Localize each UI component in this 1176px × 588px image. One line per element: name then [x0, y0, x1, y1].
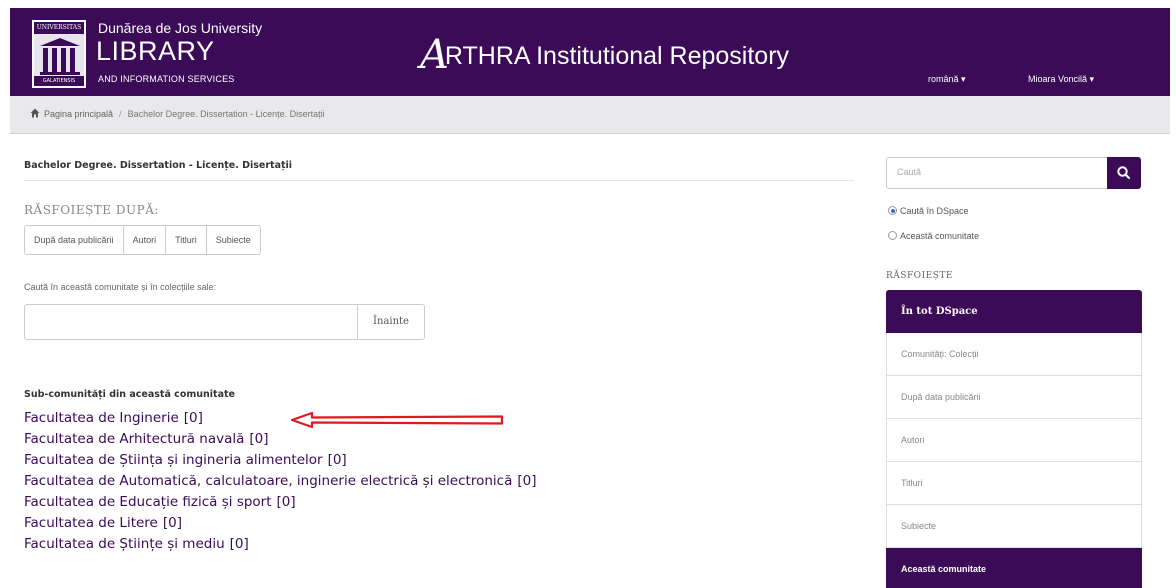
scope-community-radio[interactable]: Această comunitate — [888, 231, 979, 241]
subcommunity-name: Facultatea de Educație fizică și sport — [24, 494, 272, 510]
subcommunity-link[interactable]: Facultatea de Științe și mediu [0] — [24, 534, 536, 555]
search-icon — [1117, 166, 1131, 180]
subcommunity-link[interactable]: Facultatea de Automatică, calculatoare, … — [24, 471, 536, 492]
community-search-label: Caută în această comunitate și în colecț… — [24, 282, 217, 292]
sidebar-search-button[interactable] — [1107, 157, 1141, 189]
subcommunity-link[interactable]: Facultatea de Litere [0] — [24, 513, 536, 534]
logo-top-text: UNIVERSITAS — [34, 22, 84, 34]
repository-initial: A — [420, 32, 449, 78]
radio-selected-icon — [888, 206, 897, 215]
browse-by-title-button[interactable]: Titluri — [165, 225, 207, 255]
sidebar-item-subjects[interactable]: Subiecte — [886, 505, 1142, 548]
browse-by-date-button[interactable]: După data publicării — [24, 225, 124, 255]
browse-by-author-button[interactable]: Autori — [122, 225, 167, 255]
repository-title-text: RTHRA Institutional Repository — [444, 42, 790, 70]
subcommunity-count: [0] — [162, 515, 182, 531]
sidebar-item-this-community[interactable]: Această comunitate — [886, 548, 1142, 588]
sidebar-search-placeholder: Caută — [897, 167, 922, 177]
breadcrumb-separator: / — [119, 109, 122, 119]
sidebar-browse-list: În tot DSpace Comunități: Colecții După … — [886, 290, 1142, 588]
logo-bottom-text: GALATIENSIS — [34, 76, 84, 86]
subcommunity-link[interactable]: Facultatea de Arhitectură navală [0] — [24, 429, 536, 450]
subcommunity-count: [0] — [517, 473, 537, 489]
title-divider — [24, 180, 854, 181]
sidebar-item-communities[interactable]: Comunități: Colecții — [886, 333, 1142, 376]
subcommunities-heading: Sub-comunități din această comunitate — [24, 389, 235, 400]
subcommunity-name: Facultatea de Inginerie — [24, 410, 179, 426]
subcommunity-count: [0] — [327, 452, 347, 468]
community-search-input[interactable] — [24, 304, 358, 340]
breadcrumb-home-link[interactable]: Pagina principală — [44, 109, 113, 119]
sidebar-browse-heading: RĂSFOIEȘTE — [886, 271, 953, 281]
sidebar-item-authors[interactable]: Autori — [886, 419, 1142, 462]
subcommunity-count: [0] — [249, 431, 269, 447]
sidebar-item-by-date[interactable]: După data publicării — [886, 376, 1142, 419]
subcommunity-name: Facultatea de Litere — [24, 515, 158, 531]
subcommunities-list: Facultatea de Inginerie [0] Facultatea de… — [24, 408, 536, 555]
scope-dspace-radio[interactable]: Caută în DSpace — [888, 206, 969, 216]
user-dropdown[interactable]: Mioara Voncilă ▾ — [1028, 74, 1094, 85]
breadcrumb: Pagina principală / Bachelor Degree. Disse… — [30, 108, 325, 119]
breadcrumb-bar: Pagina principală / Bachelor Degree. Disse… — [10, 96, 1170, 134]
subcommunity-link[interactable]: Facultatea de Educație fizică și sport [0… — [24, 492, 536, 513]
subcommunity-name: Facultatea de Științe și mediu — [24, 536, 225, 552]
building-icon — [40, 38, 80, 75]
subcommunity-name: Facultatea de Automatică, calculatoare, … — [24, 473, 513, 489]
sidebar-item-all-dspace[interactable]: În tot DSpace — [886, 290, 1142, 333]
sidebar-search-input[interactable]: Caută — [886, 157, 1108, 189]
annotation-arrow-icon — [290, 411, 504, 429]
language-dropdown[interactable]: română ▾ — [928, 74, 966, 85]
browse-by-subject-button[interactable]: Subiecte — [205, 225, 261, 255]
sidebar-item-titles[interactable]: Titluri — [886, 462, 1142, 505]
page-title: Bachelor Degree. Dissertation - Licențe.… — [24, 160, 293, 171]
repository-title[interactable]: ARTHRA Institutional Repository — [420, 28, 790, 78]
scope-community-label: Această comunitate — [900, 231, 980, 241]
subcommunity-count: [0] — [229, 536, 249, 552]
browse-by-heading: RĂSFOIEȘTE DUPĂ: — [24, 203, 159, 217]
browse-button-group: După data publicării Autori Titluri Subi… — [24, 225, 261, 255]
subcommunity-name: Facultatea de Știința și ingineria alime… — [24, 452, 323, 468]
site-header: UNIVERSITAS GALATIENSIS Dunărea de Jos U… — [10, 8, 1170, 96]
home-icon — [30, 108, 40, 118]
scope-dspace-label: Caută în DSpace — [900, 206, 969, 216]
library-title[interactable]: LIBRARY — [96, 36, 215, 67]
breadcrumb-current[interactable]: Bachelor Degree. Dissertation - Licențe.… — [128, 109, 325, 119]
subcommunity-count: [0] — [183, 410, 203, 426]
subcommunity-count: [0] — [276, 494, 296, 510]
subcommunity-name: Facultatea de Arhitectură navală — [24, 431, 245, 447]
university-name[interactable]: Dunărea de Jos University — [98, 20, 262, 36]
community-search-button[interactable]: Înainte — [357, 304, 425, 340]
subcommunity-link[interactable]: Facultatea de Știința și ingineria alime… — [24, 450, 536, 471]
university-logo[interactable]: UNIVERSITAS GALATIENSIS — [32, 20, 86, 88]
radio-unselected-icon — [888, 231, 897, 240]
library-subtitle: AND INFORMATION SERVICES — [98, 74, 235, 84]
